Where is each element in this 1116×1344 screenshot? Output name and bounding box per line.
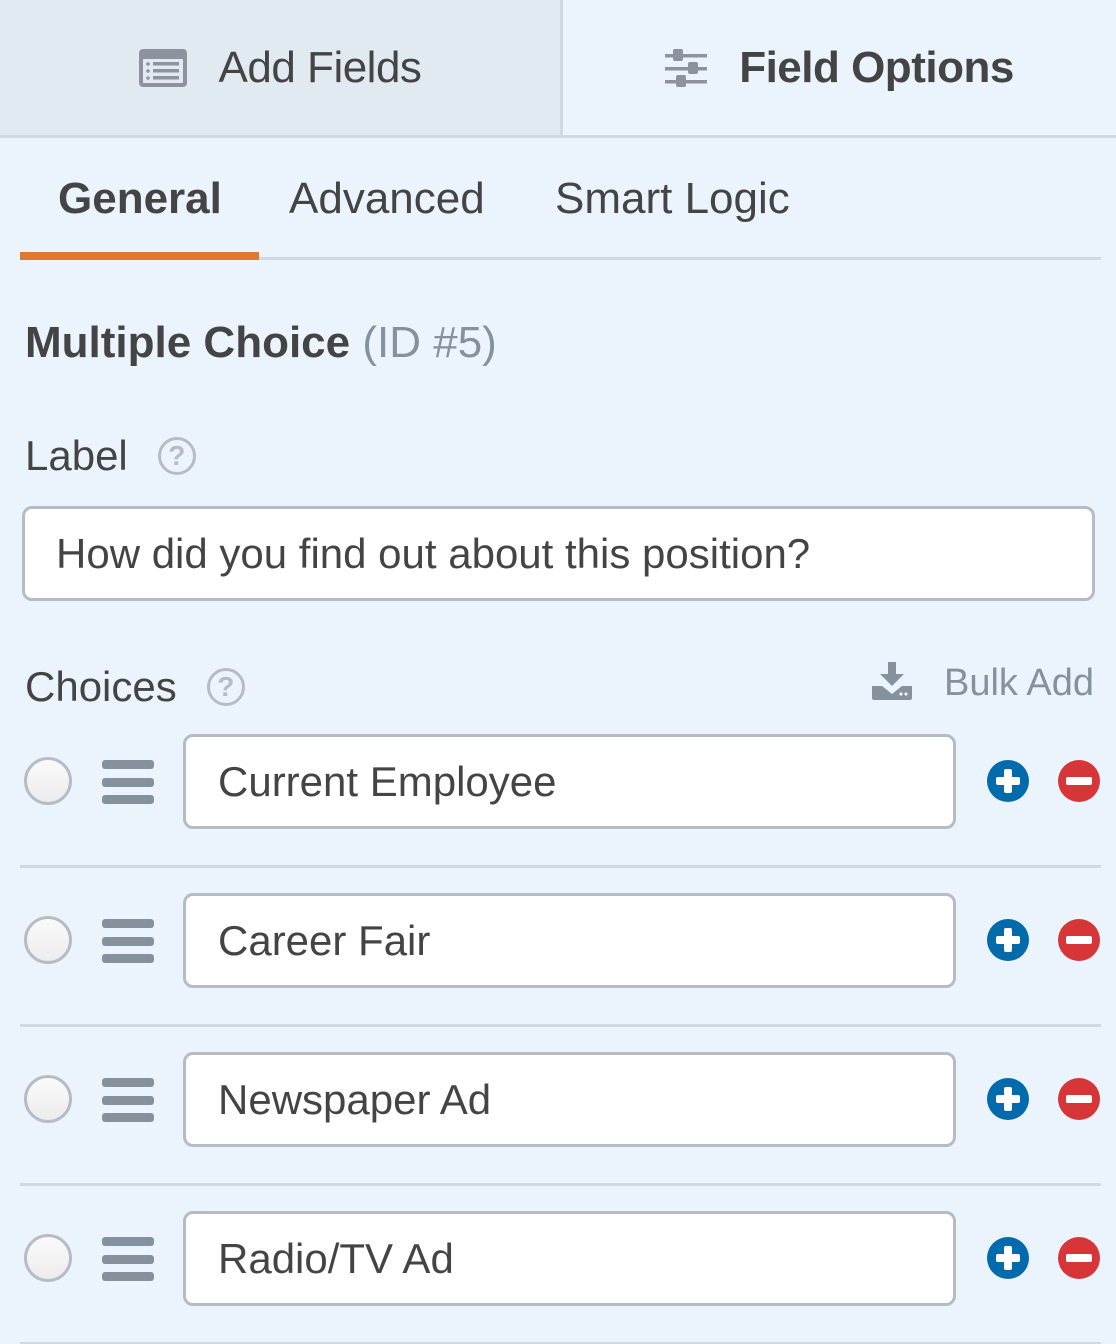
label-heading: Label — [25, 432, 128, 479]
label-header: Label ? — [25, 432, 196, 480]
list-form-icon — [138, 48, 187, 87]
choice-input[interactable] — [183, 1211, 956, 1306]
remove-choice-icon[interactable] — [1058, 1237, 1100, 1279]
active-tab-indicator — [20, 252, 259, 260]
field-title: Multiple Choice (ID #5) — [25, 318, 497, 368]
tab-general[interactable]: General — [58, 174, 222, 224]
choice-row — [20, 1027, 1101, 1186]
tab-add-fields-label: Add Fields — [218, 42, 422, 92]
choice-row — [20, 709, 1101, 868]
choice-input[interactable] — [183, 1052, 956, 1147]
choice-input[interactable] — [183, 893, 956, 988]
sliders-icon — [665, 48, 708, 88]
drag-handle-icon[interactable] — [102, 1078, 154, 1122]
default-choice-radio[interactable] — [24, 916, 72, 964]
tab-field-options[interactable]: Field Options — [563, 0, 1116, 135]
drag-handle-icon[interactable] — [102, 1237, 154, 1281]
tab-field-options-label: Field Options — [739, 42, 1014, 92]
help-icon[interactable]: ? — [206, 668, 245, 706]
add-choice-icon[interactable] — [987, 1237, 1029, 1279]
panel-tabs: Add Fields Field Options — [0, 0, 1116, 138]
choices-heading: Choices — [25, 663, 177, 710]
options-tabs: General Advanced Smart Logic — [20, 160, 1101, 260]
field-type-name: Multiple Choice — [25, 318, 351, 367]
bulk-add-label: Bulk Add — [944, 662, 1094, 704]
bulk-add-button[interactable]: Bulk Add — [872, 662, 1094, 705]
choice-input[interactable] — [183, 734, 956, 829]
label-input[interactable] — [22, 506, 1095, 601]
download-icon — [872, 662, 912, 705]
remove-choice-icon[interactable] — [1058, 919, 1100, 961]
drag-handle-icon[interactable] — [102, 760, 154, 804]
add-choice-icon[interactable] — [987, 760, 1029, 802]
choice-row — [20, 868, 1101, 1027]
drag-handle-icon[interactable] — [102, 919, 154, 963]
default-choice-radio[interactable] — [24, 1075, 72, 1123]
help-icon[interactable]: ? — [157, 437, 196, 475]
choices-header: Choices ? — [25, 663, 245, 711]
remove-choice-icon[interactable] — [1058, 1078, 1100, 1120]
choice-row — [20, 1186, 1101, 1344]
tab-smart-logic[interactable]: Smart Logic — [555, 174, 790, 224]
field-id: (ID #5) — [362, 318, 497, 367]
tab-add-fields[interactable]: Add Fields — [0, 0, 563, 135]
add-choice-icon[interactable] — [987, 919, 1029, 961]
default-choice-radio[interactable] — [24, 757, 72, 805]
default-choice-radio[interactable] — [24, 1234, 72, 1282]
add-choice-icon[interactable] — [987, 1078, 1029, 1120]
tab-advanced[interactable]: Advanced — [289, 174, 485, 224]
remove-choice-icon[interactable] — [1058, 760, 1100, 802]
